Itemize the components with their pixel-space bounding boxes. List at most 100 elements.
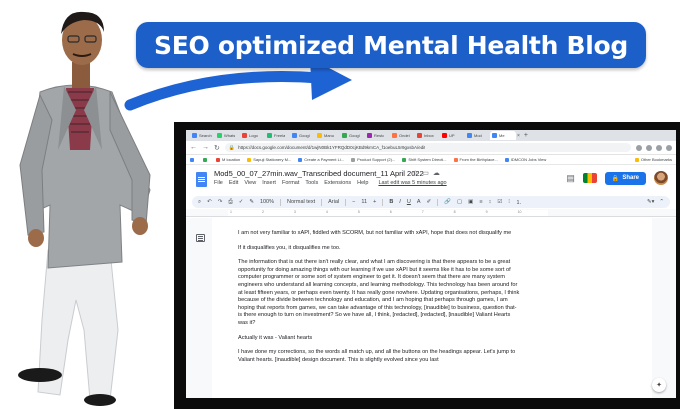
browser-tab[interactable]: Freela — [265, 131, 289, 140]
extension-icon[interactable] — [646, 144, 652, 151]
document-paragraph[interactable]: If it disqualifies you, it disqualifies … — [238, 245, 520, 253]
bookmark-label: Product Support (2)... — [357, 157, 396, 162]
image-icon[interactable]: ▣ — [468, 199, 473, 205]
line-spacing-icon[interactable]: ↕ — [489, 199, 492, 205]
browser-tab[interactable]: Resto — [365, 131, 389, 140]
share-button[interactable]: 🔒 Share — [604, 171, 646, 185]
menu-help[interactable]: Help — [357, 180, 368, 186]
other-bookmarks[interactable]: Other Bookmarks — [634, 157, 672, 162]
last-edit-link[interactable]: Last edit was 5 minutes ago — [378, 180, 446, 186]
search-menus-icon[interactable]: ⌕ — [198, 199, 201, 206]
spellcheck-icon[interactable]: ✓ — [239, 199, 244, 205]
menu-tools[interactable]: Tools — [305, 180, 318, 186]
browser-tab[interactable]: Googl — [340, 131, 364, 140]
tab-label: Whats — [224, 133, 236, 138]
browser-tab[interactable]: Inbox — [415, 131, 439, 140]
tab-label: Inbox — [424, 133, 434, 138]
bookmark-favicon-icon — [216, 157, 220, 162]
document-paragraph[interactable]: The information that is out there isn't … — [238, 259, 520, 327]
browser-tab[interactable]: Manu — [315, 131, 339, 140]
align-icon[interactable]: ≡ — [479, 199, 482, 205]
bookmark-item[interactable]: Product Support (2)... — [351, 157, 395, 162]
paint-format-icon[interactable]: ✎ — [249, 199, 254, 205]
star-icon[interactable]: ☆ — [412, 169, 418, 177]
bookmark-item[interactable]: From the Birthplace... — [453, 157, 498, 162]
document-paragraph[interactable]: I am not very familiar to xAPI, fiddled … — [238, 230, 520, 238]
collapse-icon[interactable]: ⌃ — [659, 199, 664, 205]
tab-favicon-icon — [367, 133, 372, 138]
editing-mode-icon[interactable]: ✎▾ — [647, 199, 654, 205]
bookmark-item[interactable]: M location — [216, 157, 240, 162]
browser-tab[interactable]: Whats — [215, 131, 239, 140]
print-icon[interactable]: ⎙ — [228, 199, 232, 206]
link-icon[interactable]: 🔗 — [444, 199, 451, 205]
menu-view[interactable]: View — [244, 180, 256, 186]
tab-favicon-icon — [217, 133, 222, 138]
tab-label: Mod — [474, 133, 482, 138]
address-bar[interactable]: 🔒 https://docs.google.com/document/d/1wj… — [224, 143, 631, 152]
bullet-list-icon[interactable]: ⁝ — [508, 199, 510, 205]
style-select[interactable]: Normal text — [287, 199, 315, 205]
bookmark-item[interactable] — [203, 157, 209, 162]
bold-icon[interactable]: B — [389, 199, 393, 205]
browser-tab[interactable]: Search — [190, 131, 214, 140]
comment-icon[interactable]: ▢ — [457, 199, 462, 205]
close-tab-icon[interactable]: × — [517, 133, 520, 139]
undo-icon[interactable]: ↶ — [207, 199, 212, 205]
increase-size-icon[interactable]: + — [373, 199, 376, 205]
document-paragraph[interactable]: I have done my corrections, so the words… — [238, 349, 520, 364]
redo-icon[interactable]: ↷ — [218, 199, 223, 205]
browser-tab[interactable]: Ondel — [390, 131, 414, 140]
tab-favicon-icon — [342, 133, 347, 138]
tab-label: Ondel — [399, 133, 410, 138]
meet-icon[interactable] — [582, 173, 597, 183]
profile-icon[interactable] — [666, 144, 672, 151]
bookmark-label: Sapuji Stationery M... — [253, 157, 292, 162]
browser-tab[interactable]: Logo — [240, 131, 264, 140]
text-color-icon[interactable]: A — [417, 199, 421, 205]
move-icon[interactable]: ▭ — [422, 169, 429, 177]
font-select[interactable]: Arial — [328, 199, 339, 205]
back-icon[interactable]: ← — [190, 144, 197, 151]
bookmark-item[interactable] — [190, 157, 196, 162]
browser-tab[interactable]: Googl — [290, 131, 314, 140]
menu-edit[interactable]: Edit — [229, 180, 238, 186]
document-paragraph[interactable]: Actually it was - Valiant hearts — [238, 335, 520, 343]
avatar[interactable] — [654, 171, 668, 185]
browser-tab[interactable]: UP — [440, 131, 464, 140]
bookmark-item[interactable]: Create a Payment Li... — [298, 157, 344, 162]
italic-icon[interactable]: I — [399, 199, 401, 205]
reload-icon[interactable]: ↻ — [214, 144, 220, 152]
zoom-select[interactable]: 100% — [260, 199, 274, 205]
extension-icon[interactable] — [636, 144, 642, 151]
new-tab-icon[interactable]: + — [524, 132, 528, 139]
docs-logo-icon[interactable] — [196, 172, 207, 187]
tab-favicon-icon — [492, 133, 497, 138]
cloud-icon[interactable]: ☁ — [433, 169, 440, 177]
forward-icon[interactable]: → — [202, 144, 209, 151]
bookmark-item[interactable]: Shift System Directi... — [402, 157, 447, 162]
highlight-icon[interactable]: ✐ — [426, 199, 431, 205]
bookmark-item[interactable]: Sapuji Stationery M... — [247, 157, 291, 162]
bookmark-item[interactable]: IDMCON Jobs View — [504, 157, 546, 162]
document-page[interactable]: I am not very familiar to xAPI, fiddled … — [212, 218, 652, 398]
document-outline-icon[interactable] — [196, 234, 205, 242]
tab-favicon-icon — [317, 133, 322, 138]
explore-icon[interactable]: ✦ — [652, 378, 666, 392]
browser-tab[interactable]: Mod — [465, 131, 489, 140]
checklist-icon[interactable]: ☑ — [497, 199, 502, 205]
document-title[interactable]: Mod5_00_07_27min.wav_Transcribed documen… — [214, 169, 424, 178]
promo-image: SEO optimized Mental Health Blog Search W… — [0, 0, 680, 409]
menu-extensions[interactable]: Extensions — [324, 180, 351, 186]
bookmark-favicon-icon — [453, 157, 458, 162]
font-size-field[interactable]: 11 — [361, 199, 367, 205]
menu-insert[interactable]: Insert — [262, 180, 276, 186]
menu-file[interactable]: File — [214, 180, 223, 186]
numbered-list-icon[interactable]: ⒈ — [516, 198, 522, 206]
extension-icon[interactable] — [656, 144, 662, 151]
browser-tab[interactable]: Me — [490, 131, 516, 140]
menu-format[interactable]: Format — [282, 180, 299, 186]
decrease-size-icon[interactable]: − — [352, 199, 355, 205]
comments-icon[interactable]: ▤ — [566, 173, 575, 184]
underline-icon[interactable]: U — [407, 199, 411, 205]
